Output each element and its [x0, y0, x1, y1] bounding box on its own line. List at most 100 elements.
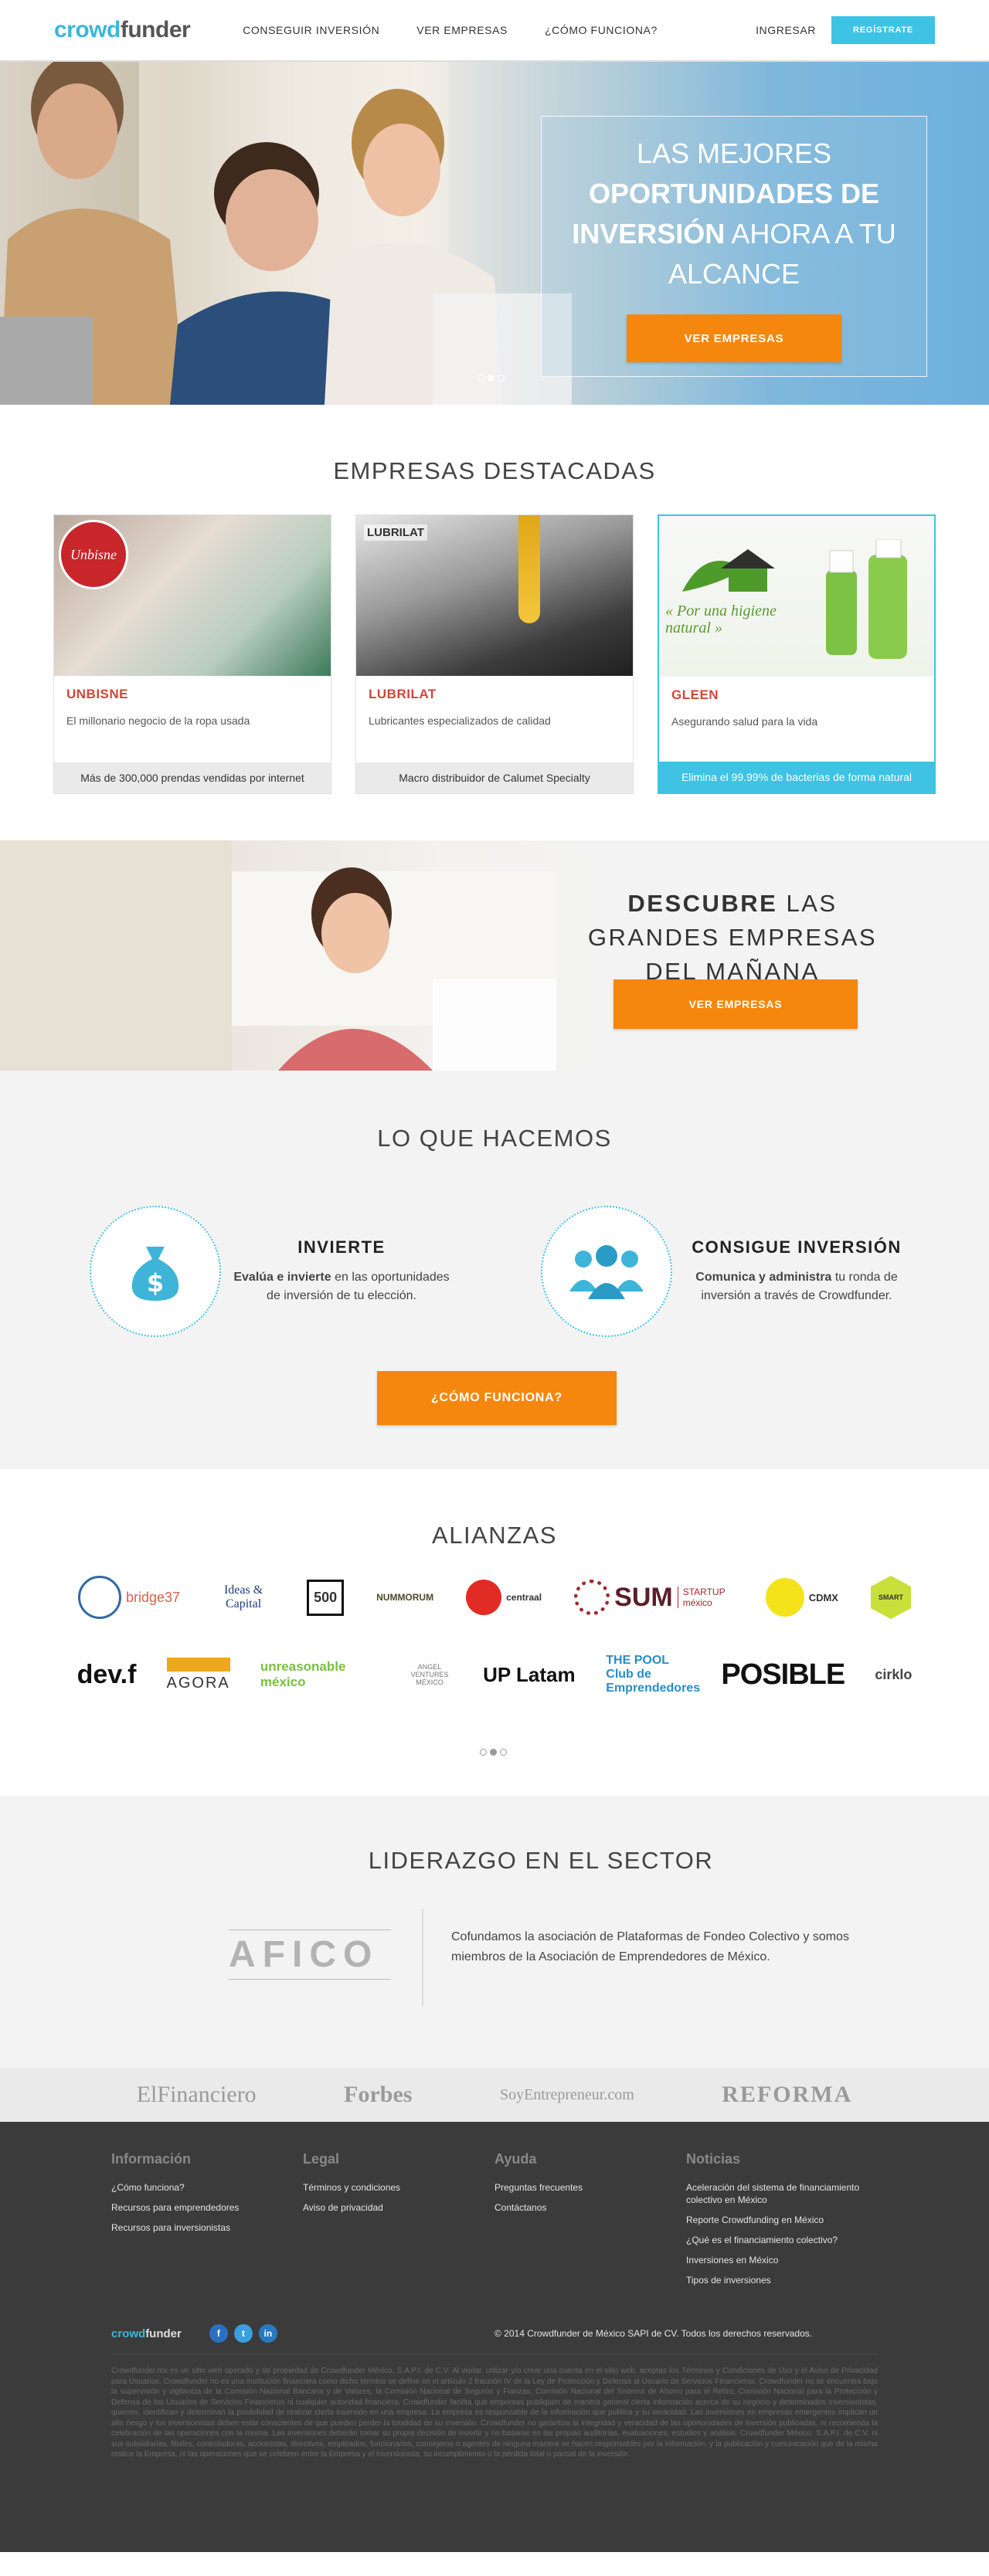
ally-label: bridge37: [126, 1589, 181, 1605]
footer-link[interactable]: ¿Qué es el financiamiento colectivo?: [686, 2234, 887, 2246]
ally-label: cirklo: [875, 1666, 913, 1682]
logo-part-crowd: crowd: [54, 17, 121, 42]
nav-right: INGRESAR REGÍSTRATE: [756, 16, 935, 44]
ally-nummorum[interactable]: NUMMORUM: [376, 1592, 433, 1603]
press-reforma[interactable]: REFORMA: [722, 2082, 852, 2108]
como-funciona-button[interactable]: ¿CÓMO FUNCIONA?: [377, 1371, 617, 1425]
company-desc: Lubricantes especializados de calidad: [369, 714, 551, 727]
ally-label: dev.f: [76, 1659, 137, 1689]
footer-link[interactable]: Contáctanos: [494, 2201, 686, 2214]
company-name: LUBRILAT: [369, 687, 437, 701]
ally-cirklo[interactable]: cirklo: [875, 1667, 912, 1683]
hero-ver-empresas-button[interactable]: VER EMPRESAS: [627, 314, 841, 362]
footer-logo[interactable]: crowdfunder: [111, 2327, 182, 2340]
company-card-unbisne[interactable]: Unbisne UNBISNE El millonario negocio de…: [53, 514, 331, 794]
hero-banner-box: LAS MEJORES OPORTUNIDADES DE INVERSIÓN A…: [541, 116, 927, 377]
footer-link[interactable]: Preguntas frecuentes: [494, 2181, 686, 2194]
footer-link[interactable]: Aviso de privacidad: [303, 2201, 494, 2214]
ally-500[interactable]: 500: [307, 1579, 345, 1616]
register-button[interactable]: REGÍSTRATE: [831, 16, 935, 44]
company-desc: El millonario negocio de la ropa usada: [66, 714, 250, 727]
lightning-icon: [765, 1578, 804, 1617]
hero-slider: LAS MEJORES OPORTUNIDADES DE INVERSIÓN A…: [0, 62, 989, 405]
twitter-icon[interactable]: t: [233, 2324, 253, 2343]
raise-circle: [541, 1206, 672, 1337]
alliances-section: ALIANZAS bridge37 Ideas & Capital 500 NU…: [0, 1469, 989, 1796]
ally-label: UP Latam: [483, 1663, 576, 1686]
ally-ideas-capital[interactable]: Ideas & Capital: [212, 1583, 274, 1611]
slide-dot-3[interactable]: [498, 375, 505, 382]
press-soyentrepreneur[interactable]: SoyEntrepreneur.com: [500, 2086, 634, 2104]
ally-sum[interactable]: SUM STARTUP méxico: [574, 1580, 733, 1615]
ally-the-pool[interactable]: THE POOL Club de Emprendedores: [606, 1654, 700, 1695]
ally-angel-ventures[interactable]: ANGEL VENTURES MÉXICO: [406, 1663, 453, 1686]
footer-link[interactable]: Recursos para emprendedores: [111, 2201, 303, 2214]
footer-col-legal: Legal Términos y condiciones Aviso de pr…: [303, 2151, 494, 2294]
discover-banner: DESCUBRE LAS GRANDES EMPRESAS DEL MAÑANA…: [0, 840, 989, 1071]
ally-bridge37[interactable]: bridge37: [78, 1576, 180, 1619]
afico-logo-text: AFICO: [229, 1929, 391, 1980]
company-card-gleen[interactable]: « Por una higiene natural » GLEEN Asegur…: [658, 514, 936, 794]
press-elfinanciero[interactable]: ElFinanciero: [137, 2082, 257, 2108]
ally-devf[interactable]: dev.f: [77, 1660, 137, 1690]
press-logos: ElFinanciero Forbes SoyEntrepreneur.com …: [0, 2068, 989, 2122]
ally-up-latam[interactable]: UP Latam: [483, 1665, 576, 1685]
footer-link[interactable]: Aceleración del sistema de financiamient…: [686, 2181, 887, 2206]
logo-part-funder: funder: [120, 17, 191, 42]
nav-ver-empresas[interactable]: VER EMPRESAS: [416, 24, 508, 36]
footer-link[interactable]: Inversiones en México: [686, 2254, 887, 2266]
ally-centraal[interactable]: centraal: [466, 1580, 542, 1615]
money-bag-icon: $: [131, 1247, 179, 1301]
discover-title-bold: DESCUBRE: [627, 890, 778, 917]
footer-link[interactable]: ¿Cómo funciona?: [111, 2181, 303, 2194]
ally-posible[interactable]: POSIBLE: [721, 1658, 845, 1692]
invest-title: INVIERTE: [297, 1237, 386, 1257]
ally-dot-1[interactable]: [480, 1749, 487, 1756]
main-nav: CONSEGUIR INVERSIÓN VER EMPRESAS ¿CÓMO F…: [243, 24, 658, 36]
discover-ver-empresas-button[interactable]: VER EMPRESAS: [613, 979, 858, 1029]
afico-logo[interactable]: AFICO: [229, 1921, 391, 1987]
footer-link[interactable]: Tipos de inversiones: [686, 2274, 887, 2286]
hero-slide-dots: [478, 375, 505, 382]
svg-text:$: $: [147, 1268, 164, 1298]
ally-unreasonable[interactable]: unreasonable méxico: [260, 1659, 376, 1690]
footer-col-noticias: Noticias Aceleración del sistema de fina…: [686, 2151, 887, 2294]
footer-link[interactable]: Términos y condiciones: [303, 2181, 494, 2194]
invest-desc-bold: Evalúa e invierte: [233, 1271, 331, 1284]
ally-label: AGORA: [166, 1657, 230, 1692]
footer-columns: Información ¿Cómo funciona? Recursos par…: [0, 2122, 989, 2294]
ally-agora[interactable]: AGORA: [166, 1657, 230, 1692]
crowdfunder-logo[interactable]: crowdfunder: [54, 17, 191, 43]
spray-bottles-icon: [826, 539, 907, 659]
nav-conseguir-inversion[interactable]: CONSEGUIR INVERSIÓN: [243, 24, 379, 36]
login-link[interactable]: INGRESAR: [756, 24, 816, 36]
oil-stream-icon: [518, 515, 540, 623]
company-card-lubrilat[interactable]: LUBRILAT LUBRILAT Lubricantes especializ…: [355, 514, 634, 794]
footer-link[interactable]: Reporte Crowdfunding en México: [686, 2214, 887, 2226]
slide-dot-1[interactable]: [478, 375, 484, 382]
facebook-icon[interactable]: f: [209, 2324, 228, 2343]
featured-title: EMPRESAS DESTACADAS: [333, 457, 656, 484]
leadership-section: LIDERAZGO EN EL SECTOR AFICO Cofundamos …: [0, 1796, 989, 2068]
ally-label: unreasonable méxico: [260, 1659, 346, 1689]
ally-cdmx[interactable]: CDMX: [765, 1578, 838, 1617]
linkedin-icon[interactable]: in: [258, 2324, 277, 2343]
footer-col-title: Información: [111, 2151, 192, 2167]
unbisne-logo: Unbisne: [59, 520, 128, 589]
raise-desc: Comunica y administra tu ronda de invers…: [685, 1268, 909, 1305]
discover-photo: [0, 840, 556, 1071]
footer-col-title: Ayuda: [494, 2151, 537, 2167]
hero-title: LAS MEJORES OPORTUNIDADES DE INVERSIÓN A…: [542, 134, 926, 294]
ally-dot-2[interactable]: [490, 1749, 497, 1756]
press-forbes[interactable]: Forbes: [344, 2082, 412, 2108]
footer-link[interactable]: Recursos para inversionistas: [111, 2221, 303, 2234]
raise-block: CONSIGUE INVERSIÓN Comunica y administra…: [541, 1206, 909, 1337]
company-image-lubrilat: LUBRILAT: [356, 515, 633, 676]
slide-dot-2[interactable]: [488, 375, 494, 382]
site-footer: Información ¿Cómo funciona? Recursos par…: [0, 2122, 989, 2552]
nav-como-funciona[interactable]: ¿CÓMO FUNCIONA?: [545, 24, 658, 36]
company-image-gleen: « Por una higiene natural »: [659, 516, 934, 677]
ally-dot-3[interactable]: [500, 1749, 507, 1756]
ally-smart[interactable]: SMART: [870, 1576, 911, 1619]
bridge-icon: [78, 1576, 121, 1619]
